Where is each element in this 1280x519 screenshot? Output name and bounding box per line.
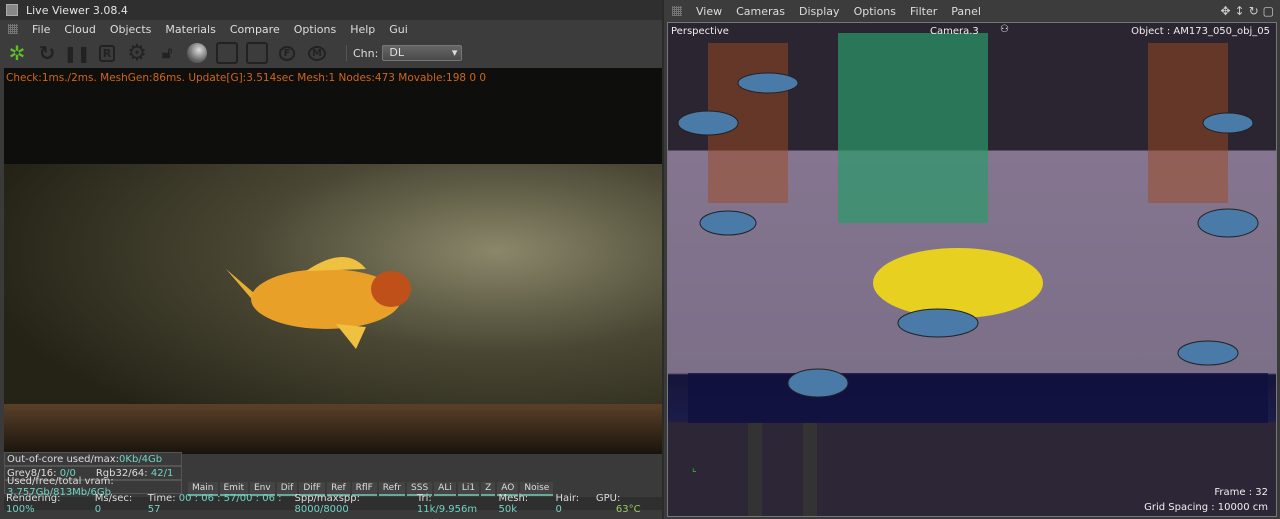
move-icon[interactable]: ✥ [1220, 4, 1230, 18]
window-icon [6, 4, 18, 16]
camera-label: Camera.3 [930, 26, 979, 37]
channel-dropdown[interactable]: DL ▾ [382, 45, 463, 61]
menu-cameras[interactable]: Cameras [736, 5, 785, 18]
pause-icon[interactable]: ❚❚ [64, 42, 91, 64]
render-image[interactable] [4, 164, 662, 454]
restart-icon[interactable]: ↻ [36, 41, 58, 65]
menu-file[interactable]: File [32, 23, 50, 36]
ooc-label: Out-of-core used/max: [7, 453, 120, 465]
render-info-area: Check:1ms./2ms. MeshGen:86ms. Update[G]:… [4, 68, 662, 164]
menu-gui[interactable]: Gui [389, 23, 408, 36]
lock-icon[interactable]: 🔓︎ [156, 42, 178, 64]
goldfish-render [226, 256, 411, 349]
toolbar: ✲ ↻ ❚❚ R ⚙ 🔓︎ F M Chn: DL ▾ [0, 38, 662, 68]
viewport-menu-bar: View Cameras Display Options Filter Pane… [664, 0, 1280, 22]
menu-options[interactable]: Options [294, 23, 336, 36]
viewport-nav-icons: ✥ ↕ ↻ ▢ [1220, 4, 1274, 18]
gpu-temp: 63°C [615, 503, 641, 515]
material-pick-label: M [308, 45, 326, 61]
rendering-value: 100% [6, 503, 35, 515]
hair-value: 0 [555, 503, 562, 515]
grip-icon [672, 6, 682, 16]
mesh-value: 50k [498, 503, 517, 515]
vram-label: Used/free/total vram: [7, 476, 114, 487]
menu-options[interactable]: Options [854, 5, 896, 18]
menu-materials[interactable]: Materials [165, 23, 215, 36]
octane-logo-icon[interactable]: ✲ [6, 41, 28, 65]
render-table [4, 404, 662, 454]
tri-label: Tri: [416, 492, 432, 504]
menu-display[interactable]: Display [799, 5, 840, 18]
ms-label: Ms/sec: [94, 492, 133, 504]
3d-viewport[interactable]: Perspective Camera.3 ⚇ Object : AM173_05… [667, 22, 1277, 517]
ms-value: 0 [94, 503, 102, 515]
channel-selector: Chn: DL ▾ [346, 45, 463, 61]
focus-label: F [278, 45, 296, 61]
grid-spacing-label: Grid Spacing : 10000 cm [1144, 502, 1268, 513]
material-pick-icon[interactable]: M [306, 42, 328, 64]
menu-panel[interactable]: Panel [951, 5, 981, 18]
view-mode-label: Perspective [671, 26, 729, 37]
region-render-icon[interactable] [216, 42, 238, 64]
gpu-label: GPU: [595, 492, 621, 504]
rendering-label: Rendering: [6, 492, 61, 504]
settings-gear-icon[interactable]: ⚙ [126, 41, 148, 66]
focus-pick-icon[interactable]: F [276, 42, 298, 64]
frame-label: Frame : 32 [1214, 487, 1268, 498]
grip-icon [8, 24, 18, 34]
reset-label: R [98, 44, 116, 62]
menu-cloud[interactable]: Cloud [64, 23, 95, 36]
spp-label: Spp/maxspp: [294, 492, 360, 504]
chevron-down-icon: ▾ [451, 46, 458, 59]
reset-button[interactable]: R [96, 42, 118, 64]
menu-compare[interactable]: Compare [230, 23, 280, 36]
menu-view[interactable]: View [696, 5, 722, 18]
hair-label: Hair: [555, 492, 580, 504]
time-label: Time: [147, 492, 176, 504]
window-title: Live Viewer 3.08.4 [26, 3, 128, 17]
stats-panel: Out-of-core used/max:0Kb/4Gb Grey8/16: 0… [4, 452, 662, 498]
camera-icon: ⚇ [1000, 24, 1009, 35]
object-label: Object : AM173_050_obj_05 [1131, 26, 1270, 37]
channel-value: DL [389, 46, 404, 59]
axis-gizmo-icon: ⌞ [692, 463, 697, 474]
maximize-icon[interactable]: ▢ [1263, 4, 1274, 18]
tri-value: 11k/9.956m [416, 503, 478, 515]
material-ball-icon[interactable] [186, 42, 208, 64]
title-bar: Live Viewer 3.08.4 [0, 0, 662, 20]
status-bar: Rendering: 100% Ms/sec: 0 Time: 00 : 06 … [4, 493, 662, 515]
viewport-panel: View Cameras Display Options Filter Pane… [664, 0, 1280, 519]
menu-objects[interactable]: Objects [110, 23, 152, 36]
live-viewer-panel: Live Viewer 3.08.4 File Cloud Objects Ma… [0, 0, 662, 519]
scene-geometry [677, 33, 1268, 516]
mesh-label: Mesh: [498, 492, 529, 504]
out-of-core-stat: Out-of-core used/max:0Kb/4Gb [4, 452, 182, 466]
menu-filter[interactable]: Filter [910, 5, 937, 18]
menu-bar: File Cloud Objects Materials Compare Opt… [0, 20, 662, 38]
dolly-icon[interactable]: ↕ [1235, 4, 1245, 18]
ooc-value: 0Kb/4Gb [119, 453, 163, 465]
menu-help[interactable]: Help [350, 23, 375, 36]
rotate-icon[interactable]: ↻ [1249, 4, 1259, 18]
spp-value: 8000/8000 [294, 503, 349, 515]
film-region-icon[interactable] [246, 42, 268, 64]
render-info-line: Check:1ms./2ms. MeshGen:86ms. Update[G]:… [6, 72, 487, 84]
channel-label: Chn: [353, 46, 379, 60]
